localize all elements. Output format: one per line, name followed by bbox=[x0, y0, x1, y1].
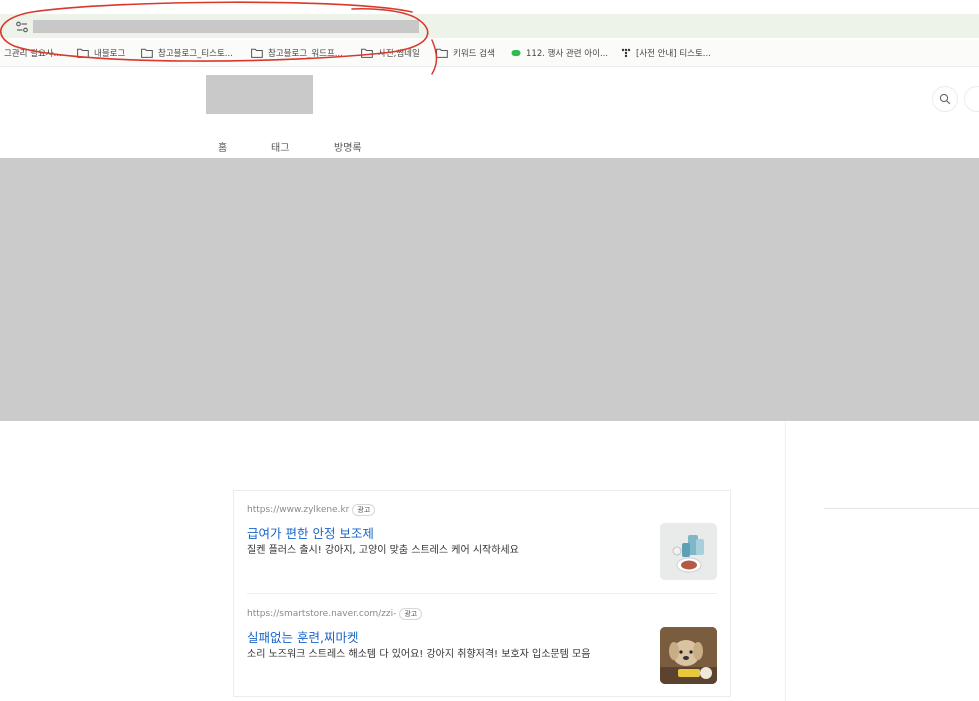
search-icon bbox=[939, 93, 951, 105]
bookmark-label: 112. 행사 관련 아이... bbox=[526, 49, 609, 59]
ad-description[interactable]: 질켄 플러스 출시! 강아지, 고양이 맞춤 스트레스 케어 시작하세요 bbox=[247, 543, 647, 559]
supplement-product-image bbox=[660, 523, 717, 580]
bookmark-item[interactable]: [사전 안내] 티스토... bbox=[621, 46, 711, 60]
sidebar-divider bbox=[785, 421, 786, 701]
bookmark-label: 사진,썸네일 bbox=[378, 49, 420, 59]
folder-icon bbox=[141, 48, 153, 58]
bookmark-label: 키워드 검색 bbox=[453, 49, 495, 59]
blog-logo-redacted[interactable] bbox=[206, 75, 313, 114]
search-button[interactable] bbox=[932, 86, 958, 112]
bookmark-label: 참고블로그_티스토... bbox=[158, 49, 233, 59]
nav-home[interactable]: 홈 bbox=[218, 139, 227, 154]
bookmark-label: 참고블로그_워드프... bbox=[268, 49, 343, 59]
bookmark-folder[interactable]: 참고블로그_워드프... bbox=[251, 46, 343, 60]
nav-tag[interactable]: 태그 bbox=[271, 139, 289, 154]
ad-thumbnail-supplement[interactable] bbox=[660, 523, 717, 580]
bookmark-folder[interactable]: 내블로그 bbox=[77, 46, 125, 60]
puppy-toy-image bbox=[660, 627, 717, 684]
folder-icon bbox=[77, 48, 89, 58]
nav-guestbook[interactable]: 방명록 bbox=[334, 139, 362, 154]
ad-url[interactable]: https://www.zylkene.kr 광고 bbox=[247, 504, 376, 516]
sidebar-line bbox=[824, 508, 979, 509]
ad-url[interactable]: https://smartstore.naver.com/zzi- 광고 bbox=[247, 608, 423, 620]
ad-thumbnail-puppy[interactable] bbox=[660, 627, 717, 684]
ad-description[interactable]: 소리 노즈워크 스트레스 해소템 다 있어요! 강아지 취향저격! 보호자 입소… bbox=[247, 647, 647, 663]
bookmark-folder[interactable]: 키워드 검색 bbox=[436, 46, 495, 60]
bookmark-label: [사전 안내] 티스토... bbox=[636, 49, 711, 59]
ad-url-text: https://smartstore.naver.com/zzi- bbox=[247, 609, 397, 619]
green-pill-icon bbox=[511, 50, 521, 56]
tistory-dots-icon bbox=[621, 48, 631, 58]
folder-icon bbox=[361, 48, 373, 58]
bookmark-folder[interactable]: 참고블로그_티스토... bbox=[141, 46, 233, 60]
folder-icon bbox=[436, 48, 448, 58]
ad-separator bbox=[247, 593, 717, 594]
bookmark-folder[interactable]: 사진,썸네일 bbox=[361, 46, 420, 60]
ad-url-text: https://www.zylkene.kr bbox=[247, 505, 350, 515]
hero-banner-redacted bbox=[0, 158, 979, 421]
folder-icon bbox=[251, 48, 263, 58]
bookmark-label: 그관리 필요사... bbox=[4, 49, 62, 59]
bookmark-item[interactable]: 그관리 필요사... bbox=[4, 46, 62, 60]
url-redacted[interactable] bbox=[33, 20, 419, 33]
bookmark-label: 내블로그 bbox=[94, 49, 126, 59]
ad-title[interactable]: 급여가 편한 안정 보조제 bbox=[247, 523, 374, 542]
ad-title[interactable]: 실패없는 훈련,찌마켓 bbox=[247, 627, 358, 646]
ad-badge: 광고 bbox=[352, 504, 376, 516]
bookmark-item[interactable]: 112. 행사 관련 아이... bbox=[511, 46, 608, 60]
menu-button[interactable] bbox=[964, 86, 979, 112]
ad-badge: 광고 bbox=[399, 608, 423, 620]
site-info-icon[interactable] bbox=[15, 19, 29, 33]
